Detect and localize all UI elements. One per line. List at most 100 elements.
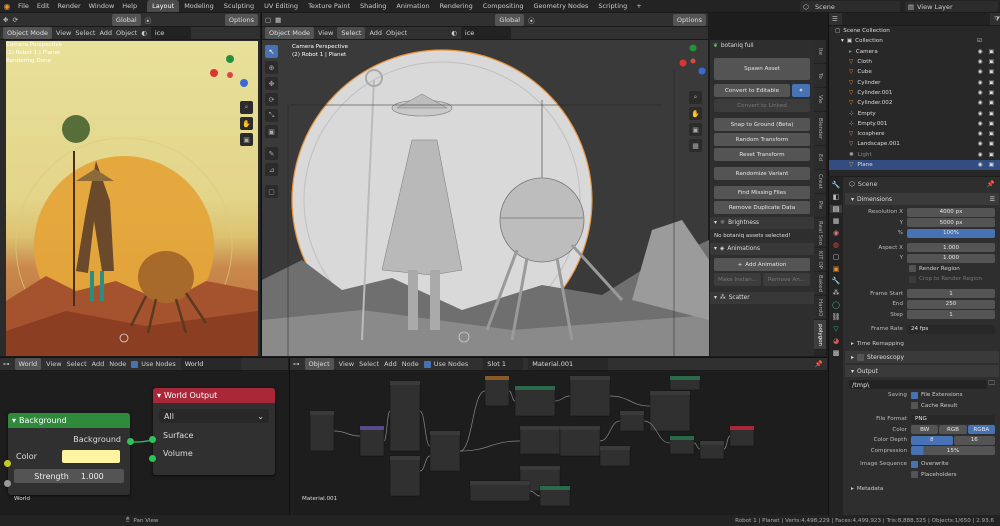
res-x-field[interactable]: 4000 px — [907, 207, 995, 217]
render-camera-icon[interactable]: ▣ — [989, 49, 994, 55]
stereoscopy-section[interactable]: ▸ Stereoscopy — [845, 351, 999, 363]
material-node[interactable] — [389, 455, 421, 497]
visibility-eye-icon[interactable]: ◉ — [978, 162, 983, 168]
tab-create[interactable]: Creat — [814, 170, 826, 194]
bg-strength-input-socket[interactable] — [4, 480, 11, 487]
render-camera-icon[interactable]: ▣ — [989, 141, 994, 147]
output-path-field[interactable]: /tmp\ — [849, 380, 987, 389]
world-props-icon[interactable]: ◍ — [833, 241, 839, 249]
outliner-item[interactable]: ▽ Cloth ◉ ▣ — [829, 57, 1000, 67]
main-zoom-icon[interactable]: ⌕ — [689, 91, 702, 104]
tab-pie[interactable]: Pie — [814, 194, 826, 218]
aspect-x-field[interactable]: 1.000 — [907, 243, 995, 253]
tab-tool[interactable]: To — [814, 64, 826, 88]
menu-edit[interactable]: Edit — [37, 2, 50, 10]
left-menu-select[interactable]: Select — [75, 29, 95, 37]
main-viewport[interactable]: ▢ ▦ Global ⦿ Options Object Mode View Se… — [261, 13, 709, 356]
add-workspace-icon[interactable]: + — [636, 2, 641, 10]
render-camera-icon[interactable]: ▣ — [989, 100, 994, 106]
material-node[interactable] — [559, 425, 601, 457]
texture-props-icon[interactable]: ▩ — [833, 349, 840, 357]
collection-props-icon[interactable]: ▢ — [833, 253, 840, 261]
material-node-editor[interactable]: ⊶ Object View Select Add Node Use Nodes … — [289, 357, 827, 515]
convert-linked-button[interactable]: Convert to Linked — [714, 99, 810, 112]
material-node[interactable] — [569, 375, 611, 417]
visibility-eye-icon[interactable]: ◉ — [978, 152, 983, 158]
visibility-eye-icon[interactable]: ◉ — [978, 59, 983, 65]
render-camera-icon[interactable]: ▣ — [989, 111, 994, 117]
scene-props-icon[interactable]: ◉ — [833, 229, 839, 237]
res-pct-field[interactable]: 100% — [907, 228, 995, 238]
tab-scripting[interactable]: Scripting — [593, 0, 632, 12]
tab-kitops[interactable]: KIT OP — [814, 248, 826, 272]
modifier-props-icon[interactable]: 🔧 — [832, 277, 841, 285]
convert-editable-button[interactable]: Convert to Editable — [714, 84, 790, 97]
outliner-item[interactable]: ▽ Cylinder.002 ◉ ▣ — [829, 98, 1000, 108]
animations-section[interactable]: ▾ ◈ Animations — [710, 243, 814, 255]
render-camera-icon[interactable]: ▣ — [989, 69, 994, 75]
stereo-checkbox[interactable] — [857, 353, 865, 361]
object-props-icon[interactable]: ▣ — [833, 265, 840, 273]
scatter-section[interactable]: ▾ ⁂ Scatter — [710, 292, 814, 304]
material-props-icon[interactable]: ◕ — [833, 337, 839, 345]
material-node[interactable] — [619, 410, 645, 432]
scene-selector[interactable]: ⬡ Scene — [800, 1, 900, 12]
outliner-item[interactable]: ⊹ Empty.001 ◉ ▣ — [829, 119, 1000, 129]
color-rgb-button[interactable]: RGB — [939, 425, 967, 435]
mat-use-nodes-checkbox[interactable] — [423, 360, 431, 368]
left-navigation-gizmo[interactable] — [208, 53, 252, 97]
main-search-field[interactable]: ice — [460, 27, 511, 39]
remove-duplicate-data-button[interactable]: Remove Duplicate Data — [714, 201, 810, 214]
main-snap-icon[interactable]: ⦿ — [528, 15, 535, 25]
mat-slot-dropdown[interactable]: Slot 1 — [483, 358, 524, 370]
visibility-eye-icon[interactable]: ◉ — [978, 90, 983, 96]
render-camera-icon[interactable]: ▣ — [989, 90, 994, 96]
constraints-props-icon[interactable]: ⛓ — [832, 313, 841, 321]
collection-checkbox-icon[interactable]: ☑ — [977, 38, 982, 44]
world-menu-select[interactable]: Select — [67, 360, 87, 368]
rotate-icon[interactable]: ⟳ — [12, 16, 17, 24]
outliner-item[interactable]: ▽ Cylinder ◉ ▣ — [829, 77, 1000, 87]
bg-color-input-socket[interactable] — [4, 460, 11, 467]
outliner-item[interactable]: ⊹ Empty ◉ ▣ — [829, 108, 1000, 118]
move-icon[interactable]: ✥ — [3, 16, 8, 24]
bg-strength-value[interactable]: 1.000 — [81, 472, 104, 481]
visibility-eye-icon[interactable]: ◉ — [978, 80, 983, 86]
outliner-scene-collection[interactable]: ▢ Scene Collection — [829, 26, 1000, 36]
make-instance-button[interactable]: Make Instan... — [714, 273, 761, 286]
tool-props-icon[interactable]: 🔧 — [832, 181, 841, 189]
material-node[interactable] — [389, 380, 421, 452]
main-menu-add[interactable]: Add — [369, 29, 382, 37]
compression-slider[interactable]: 15% — [911, 446, 995, 456]
tab-rendering[interactable]: Rendering — [435, 0, 478, 12]
main-mode-selector[interactable]: Object Mode — [265, 27, 314, 39]
world-menu-add[interactable]: Add — [92, 360, 105, 368]
tab-texture-paint[interactable]: Texture Paint — [303, 0, 355, 12]
outliner-item[interactable]: ▽ Plane ◉ ▣ — [829, 159, 1000, 171]
outliner-item[interactable]: ▸ Camera ◉ ▣ — [829, 47, 1000, 57]
material-node[interactable] — [599, 445, 631, 467]
world-menu-view[interactable]: View — [46, 360, 61, 368]
tab-real-snow[interactable]: Real Sno — [814, 218, 826, 248]
tab-hardops[interactable]: HardO — [814, 296, 826, 320]
render-props-icon[interactable]: ◧ — [833, 193, 840, 201]
surface-input-socket[interactable] — [149, 436, 156, 443]
frame-rate-dropdown[interactable]: 24 fps — [907, 324, 995, 334]
left-pan-icon[interactable]: ✋ — [240, 117, 253, 130]
depth-16-button[interactable]: 16 — [953, 435, 995, 445]
tab-compositing[interactable]: Compositing — [478, 0, 529, 12]
main-grid-icon[interactable]: ▦ — [275, 16, 281, 24]
visibility-eye-icon[interactable]: ◉ — [978, 49, 983, 55]
world-output-collapse-icon[interactable]: ▾ — [157, 391, 161, 400]
snap-to-ground-button[interactable]: Snap to Ground (Beta) — [714, 118, 810, 131]
cursor-tool-icon[interactable]: ⊕ — [265, 61, 278, 74]
material-node[interactable] — [514, 385, 556, 417]
outliner-display-icon[interactable]: ☰ — [832, 15, 838, 23]
visibility-eye-icon[interactable]: ◉ — [978, 141, 983, 147]
outliner-item[interactable]: ▽ Icosphere ◉ ▣ — [829, 129, 1000, 139]
scale-tool-icon[interactable]: ⤡ — [265, 109, 278, 122]
material-node[interactable] — [309, 410, 335, 452]
main-camera-view-icon[interactable]: ▣ — [689, 123, 702, 136]
main-menu-select[interactable]: Select — [337, 27, 366, 39]
render-region-checkbox[interactable] — [909, 265, 916, 273]
